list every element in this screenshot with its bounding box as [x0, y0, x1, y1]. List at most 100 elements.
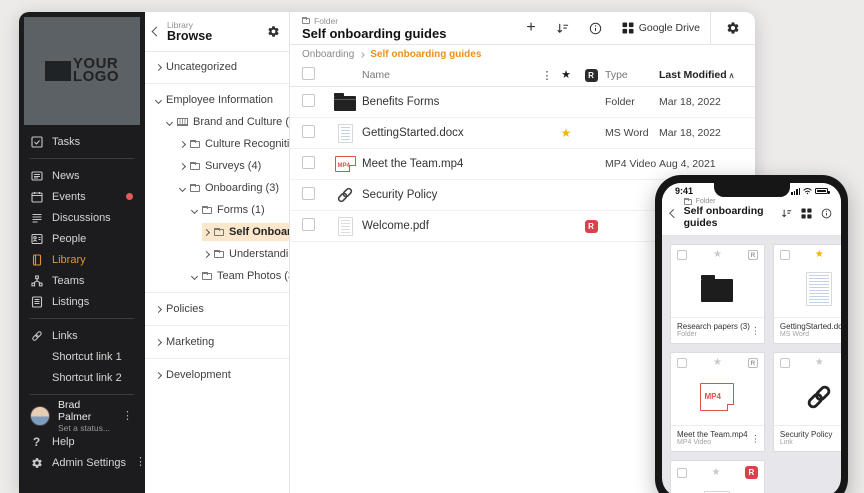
- back-icon[interactable]: [152, 27, 162, 37]
- tree-item-brand-and-culture[interactable]: Brand and Culture (23): [145, 111, 289, 133]
- restricted-icon: R: [745, 466, 758, 479]
- chevron-down-icon[interactable]: [191, 272, 198, 279]
- profile-menu-icon[interactable]: ⋮: [122, 411, 133, 422]
- card-menu-icon[interactable]: ⋮: [751, 433, 760, 444]
- file-name[interactable]: Welcome.pdf: [362, 220, 539, 232]
- sidebar-item-events[interactable]: Events: [19, 186, 145, 207]
- chevron-down-icon[interactable]: [155, 96, 162, 103]
- sidebar-item-library[interactable]: Library: [19, 249, 145, 270]
- file-name[interactable]: Security Policy: [362, 189, 539, 201]
- file-card[interactable]: ★R ⋮: [670, 460, 765, 493]
- file-card[interactable]: ★R Research papers (3)Folder⋮: [670, 244, 765, 344]
- google-drive-button[interactable]: Google Drive: [612, 12, 710, 44]
- tree-item-forms[interactable]: Forms (1): [145, 199, 289, 221]
- chevron-right-icon[interactable]: [155, 305, 162, 312]
- tree-item-culture-recognition[interactable]: Culture Recognition (5): [145, 133, 289, 155]
- file-type: MS Word: [605, 127, 659, 139]
- breadcrumb-parent[interactable]: Onboarding: [302, 49, 354, 60]
- row-checkbox[interactable]: [302, 125, 315, 138]
- chevron-right-icon[interactable]: [179, 162, 186, 169]
- star-icon[interactable]: ★: [713, 358, 722, 368]
- tree-item-surveys[interactable]: Surveys (4): [145, 155, 289, 177]
- card-checkbox[interactable]: [780, 250, 790, 260]
- card-checkbox[interactable]: [780, 358, 790, 368]
- chevron-right-icon[interactable]: [155, 338, 162, 345]
- card-file-type: Folder: [677, 331, 750, 338]
- table-row[interactable]: Benefits Forms Folder Mar 18, 2022: [290, 87, 755, 118]
- table-row[interactable]: GettingStarted.docx ★ MS Word Mar 18, 20…: [290, 118, 755, 149]
- chevron-right-icon[interactable]: [179, 140, 186, 147]
- sidebar-item-news[interactable]: News: [19, 165, 145, 186]
- chevron-right-icon[interactable]: [155, 63, 162, 70]
- star-icon[interactable]: ★: [815, 358, 824, 368]
- tree-item-employee-information[interactable]: Employee Information: [145, 89, 289, 111]
- sort-asc-icon: ∧: [729, 71, 735, 80]
- row-checkbox[interactable]: [302, 218, 315, 231]
- back-icon[interactable]: [669, 209, 678, 218]
- star-icon[interactable]: ★: [561, 69, 571, 81]
- tree-item-uncategorized[interactable]: Uncategorized: [145, 56, 289, 78]
- select-all-checkbox[interactable]: [302, 67, 315, 80]
- sidebar-item-help[interactable]: ? Help: [19, 431, 145, 452]
- file-card[interactable]: ★R GettingStarted.docxMS Word⋮: [773, 244, 841, 344]
- org-chart-icon: [30, 274, 43, 287]
- sort-icon[interactable]: [781, 208, 792, 219]
- add-button[interactable]: +: [516, 12, 545, 44]
- tree-item-development[interactable]: Development: [145, 364, 289, 386]
- info-button[interactable]: [579, 12, 612, 44]
- file-name[interactable]: GettingStarted.docx: [362, 127, 539, 139]
- chevron-down-icon[interactable]: [191, 206, 198, 213]
- divider: [145, 325, 289, 326]
- row-checkbox[interactable]: [302, 156, 315, 169]
- divider: [145, 358, 289, 359]
- tree-item-team-photos[interactable]: Team Photos (37): [145, 265, 289, 287]
- chevron-down-icon[interactable]: [179, 184, 186, 191]
- star-icon[interactable]: ★: [815, 250, 824, 260]
- column-header-type[interactable]: Type: [605, 69, 659, 81]
- column-header-modified[interactable]: Last Modified∧: [659, 69, 743, 81]
- chevron-right-icon[interactable]: [203, 250, 210, 257]
- chevron-down-icon[interactable]: [166, 118, 173, 125]
- card-checkbox[interactable]: [677, 358, 687, 368]
- tree-item-marketing[interactable]: Marketing: [145, 331, 289, 353]
- sidebar-item-teams[interactable]: Teams: [19, 270, 145, 291]
- tree-item-onboarding[interactable]: Onboarding (3): [145, 177, 289, 199]
- row-checkbox[interactable]: [302, 94, 315, 107]
- tree-item-policies[interactable]: Policies: [145, 298, 289, 320]
- star-icon[interactable]: ★: [713, 250, 722, 260]
- chevron-right-icon[interactable]: [203, 228, 210, 235]
- card-checkbox[interactable]: [677, 468, 687, 478]
- settings-button[interactable]: [711, 12, 755, 44]
- tree-item-understanding-our[interactable]: Understanding our... (: [145, 243, 289, 265]
- column-header-name[interactable]: Name: [362, 69, 539, 81]
- sidebar-item-people[interactable]: People: [19, 228, 145, 249]
- info-icon[interactable]: [821, 208, 832, 219]
- sidebar-item-links[interactable]: Links: [19, 325, 145, 346]
- breadcrumb-current[interactable]: Self onboarding guides: [370, 49, 481, 60]
- tree-item-self-onboarding[interactable]: Self Onboarding... (5: [145, 221, 289, 243]
- sidebar-item-listings[interactable]: Listings: [19, 291, 145, 312]
- chevron-right-icon[interactable]: [155, 371, 162, 378]
- sidebar-item-tasks[interactable]: Tasks: [19, 131, 145, 152]
- file-card[interactable]: ★R MP4 Meet the Team.mp4MP4 Video⋮: [670, 352, 765, 452]
- card-menu-icon[interactable]: ⋮: [751, 325, 760, 336]
- file-name[interactable]: Meet the Team.mp4: [362, 158, 539, 170]
- sidebar-item-admin-settings[interactable]: Admin Settings ⋮: [19, 452, 145, 473]
- row-checkbox[interactable]: [302, 187, 315, 200]
- card-checkbox[interactable]: [677, 250, 687, 260]
- sidebar-item-shortcut-link-1[interactable]: Shortcut link 1: [19, 346, 145, 367]
- file-name[interactable]: Benefits Forms: [362, 96, 539, 108]
- sidebar-item-label: Events: [52, 191, 86, 203]
- sidebar-item-discussions[interactable]: Discussions: [19, 207, 145, 228]
- file-card[interactable]: ★R Security PolicyLink⋮: [773, 352, 841, 452]
- column-menu-icon[interactable]: ⋮: [539, 69, 555, 82]
- user-profile[interactable]: Brad Palmer Set a status... ⋮: [19, 401, 145, 431]
- sidebar-item-shortcut-link-2[interactable]: Shortcut link 2: [19, 367, 145, 388]
- folder-icon: [190, 163, 200, 170]
- sort-button[interactable]: [546, 12, 579, 44]
- star-icon[interactable]: ★: [561, 126, 572, 140]
- grid-icon[interactable]: [801, 208, 812, 219]
- gear-icon[interactable]: [267, 25, 280, 38]
- calendar-icon: [30, 190, 43, 203]
- star-icon[interactable]: ★: [711, 468, 720, 478]
